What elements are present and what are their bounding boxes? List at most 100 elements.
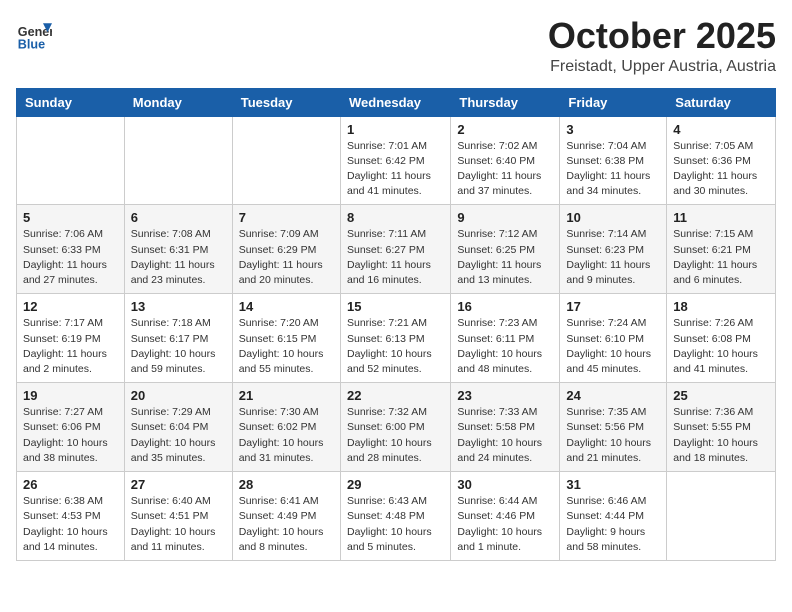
day-number: 25 — [673, 388, 769, 403]
calendar-day-cell: 19 Sunrise: 7:27 AMSunset: 6:06 PMDayligh… — [17, 383, 125, 472]
weekday-header-friday: Friday — [560, 88, 667, 116]
day-info: Sunrise: 7:17 AMSunset: 6:19 PMDaylight:… — [23, 316, 118, 377]
calendar-day-cell: 28Sunrise: 6:41 AMSunset: 4:49 PMDayligh… — [232, 472, 340, 561]
day-info: Sunrise: 7:32 AMSunset: 6:00 PMDaylight:… — [347, 405, 444, 466]
day-info: Sunrise: 7:14 AMSunset: 6:23 PMDaylight:… — [566, 227, 660, 288]
calendar-day-cell: 18 Sunrise: 7:26 AMSunset: 6:08 PMDayligh… — [667, 294, 776, 383]
day-number: 5 — [23, 210, 118, 225]
day-info: Sunrise: 6:43 AMSunset: 4:48 PMDaylight:… — [347, 494, 444, 555]
day-number: 8 — [347, 210, 444, 225]
day-number: 30 — [457, 477, 553, 492]
weekday-header-saturday: Saturday — [667, 88, 776, 116]
day-info: Sunrise: 6:40 AMSunset: 4:51 PMDaylight:… — [131, 494, 226, 555]
day-number: 13 — [131, 299, 226, 314]
day-number: 3 — [566, 122, 660, 137]
day-number: 27 — [131, 477, 226, 492]
day-number: 29 — [347, 477, 444, 492]
day-number: 20 — [131, 388, 226, 403]
day-number: 11 — [673, 210, 769, 225]
day-info: Sunrise: 7:27 AMSunset: 6:06 PMDaylight:… — [23, 405, 118, 466]
day-number: 21 — [239, 388, 334, 403]
day-number: 14 — [239, 299, 334, 314]
weekday-header-wednesday: Wednesday — [340, 88, 450, 116]
day-number: 22 — [347, 388, 444, 403]
day-info: Sunrise: 7:24 AMSunset: 6:10 PMDaylight:… — [566, 316, 660, 377]
day-number: 9 — [457, 210, 553, 225]
calendar-day-cell: 20 Sunrise: 7:29 AMSunset: 6:04 PMDayligh… — [124, 383, 232, 472]
empty-day-cell — [667, 472, 776, 561]
calendar-day-cell: 3 Sunrise: 7:04 AMSunset: 6:38 PMDaylight… — [560, 116, 667, 205]
calendar-day-cell: 14 Sunrise: 7:20 AMSunset: 6:15 PMDayligh… — [232, 294, 340, 383]
day-info: Sunrise: 7:12 AMSunset: 6:25 PMDaylight:… — [457, 227, 553, 288]
day-info: Sunrise: 6:46 AMSunset: 4:44 PMDaylight:… — [566, 494, 660, 555]
day-info: Sunrise: 7:15 AMSunset: 6:21 PMDaylight:… — [673, 227, 769, 288]
calendar-day-cell: 1 Sunrise: 7:01 AMSunset: 6:42 PMDaylight… — [340, 116, 450, 205]
calendar-day-cell: 23 Sunrise: 7:33 AMSunset: 5:58 PMDayligh… — [451, 383, 560, 472]
day-info: Sunrise: 7:01 AMSunset: 6:42 PMDaylight:… — [347, 139, 444, 200]
day-number: 28 — [239, 477, 334, 492]
calendar-day-cell: 26 Sunrise: 6:38 AMSunset: 4:53 PMDayligh… — [17, 472, 125, 561]
day-number: 4 — [673, 122, 769, 137]
day-info: Sunrise: 7:05 AMSunset: 6:36 PMDaylight:… — [673, 139, 769, 200]
weekday-header-monday: Monday — [124, 88, 232, 116]
day-number: 18 — [673, 299, 769, 314]
day-info: Sunrise: 7:26 AMSunset: 6:08 PMDaylight:… — [673, 316, 769, 377]
calendar-day-cell: 31Sunrise: 6:46 AMSunset: 4:44 PMDayligh… — [560, 472, 667, 561]
day-info: Sunrise: 7:35 AMSunset: 5:56 PMDaylight:… — [566, 405, 660, 466]
calendar-day-cell: 5 Sunrise: 7:06 AMSunset: 6:33 PMDaylight… — [17, 205, 125, 294]
calendar-week-row: 12 Sunrise: 7:17 AMSunset: 6:19 PMDayligh… — [17, 294, 776, 383]
weekday-header-tuesday: Tuesday — [232, 88, 340, 116]
calendar-day-cell: 30Sunrise: 6:44 AMSunset: 4:46 PMDayligh… — [451, 472, 560, 561]
svg-text:Blue: Blue — [18, 37, 45, 51]
day-info: Sunrise: 7:06 AMSunset: 6:33 PMDaylight:… — [23, 227, 118, 288]
calendar-day-cell: 29 Sunrise: 6:43 AMSunset: 4:48 PMDayligh… — [340, 472, 450, 561]
day-number: 24 — [566, 388, 660, 403]
day-info: Sunrise: 7:30 AMSunset: 6:02 PMDaylight:… — [239, 405, 334, 466]
day-info: Sunrise: 7:23 AMSunset: 6:11 PMDaylight:… — [457, 316, 553, 377]
day-number: 12 — [23, 299, 118, 314]
weekday-header-row: SundayMondayTuesdayWednesdayThursdayFrid… — [17, 88, 776, 116]
calendar-day-cell: 13Sunrise: 7:18 AMSunset: 6:17 PMDayligh… — [124, 294, 232, 383]
calendar-day-cell: 22 Sunrise: 7:32 AMSunset: 6:00 PMDayligh… — [340, 383, 450, 472]
calendar-day-cell: 7Sunrise: 7:09 AMSunset: 6:29 PMDaylight… — [232, 205, 340, 294]
day-number: 17 — [566, 299, 660, 314]
day-info: Sunrise: 7:36 AMSunset: 5:55 PMDaylight:… — [673, 405, 769, 466]
calendar-day-cell: 15 Sunrise: 7:21 AMSunset: 6:13 PMDayligh… — [340, 294, 450, 383]
calendar-day-cell: 10 Sunrise: 7:14 AMSunset: 6:23 PMDayligh… — [560, 205, 667, 294]
day-info: Sunrise: 7:08 AMSunset: 6:31 PMDaylight:… — [131, 227, 226, 288]
day-number: 19 — [23, 388, 118, 403]
calendar-day-cell: 16 Sunrise: 7:23 AMSunset: 6:11 PMDayligh… — [451, 294, 560, 383]
day-info: Sunrise: 7:33 AMSunset: 5:58 PMDaylight:… — [457, 405, 553, 466]
calendar-week-row: 1 Sunrise: 7:01 AMSunset: 6:42 PMDaylight… — [17, 116, 776, 205]
calendar-day-cell: 11 Sunrise: 7:15 AMSunset: 6:21 PMDayligh… — [667, 205, 776, 294]
calendar-day-cell: 8Sunrise: 7:11 AMSunset: 6:27 PMDaylight… — [340, 205, 450, 294]
location: Freistadt, Upper Austria, Austria — [548, 58, 776, 76]
day-number: 15 — [347, 299, 444, 314]
page-header: General Blue October 2025 Freistadt, Upp… — [16, 16, 776, 76]
calendar-day-cell: 6Sunrise: 7:08 AMSunset: 6:31 PMDaylight… — [124, 205, 232, 294]
day-number: 26 — [23, 477, 118, 492]
day-number: 23 — [457, 388, 553, 403]
calendar-day-cell: 2 Sunrise: 7:02 AMSunset: 6:40 PMDaylight… — [451, 116, 560, 205]
day-number: 10 — [566, 210, 660, 225]
day-number: 2 — [457, 122, 553, 137]
calendar-day-cell: 21 Sunrise: 7:30 AMSunset: 6:02 PMDayligh… — [232, 383, 340, 472]
calendar-week-row: 19 Sunrise: 7:27 AMSunset: 6:06 PMDayligh… — [17, 383, 776, 472]
day-info: Sunrise: 7:04 AMSunset: 6:38 PMDaylight:… — [566, 139, 660, 200]
day-info: Sunrise: 7:21 AMSunset: 6:13 PMDaylight:… — [347, 316, 444, 377]
day-info: Sunrise: 6:38 AMSunset: 4:53 PMDaylight:… — [23, 494, 118, 555]
calendar-week-row: 5 Sunrise: 7:06 AMSunset: 6:33 PMDaylight… — [17, 205, 776, 294]
day-number: 1 — [347, 122, 444, 137]
day-number: 16 — [457, 299, 553, 314]
day-info: Sunrise: 7:29 AMSunset: 6:04 PMDaylight:… — [131, 405, 226, 466]
calendar-day-cell: 17 Sunrise: 7:24 AMSunset: 6:10 PMDayligh… — [560, 294, 667, 383]
day-info: Sunrise: 7:20 AMSunset: 6:15 PMDaylight:… — [239, 316, 334, 377]
day-info: Sunrise: 7:09 AMSunset: 6:29 PMDaylight:… — [239, 227, 334, 288]
day-info: Sunrise: 7:02 AMSunset: 6:40 PMDaylight:… — [457, 139, 553, 200]
calendar-day-cell: 27 Sunrise: 6:40 AMSunset: 4:51 PMDayligh… — [124, 472, 232, 561]
empty-day-cell — [124, 116, 232, 205]
calendar-week-row: 26 Sunrise: 6:38 AMSunset: 4:53 PMDayligh… — [17, 472, 776, 561]
logo-icon: General Blue — [16, 16, 52, 52]
calendar-table: SundayMondayTuesdayWednesdayThursdayFrid… — [16, 88, 776, 561]
calendar-day-cell: 4 Sunrise: 7:05 AMSunset: 6:36 PMDaylight… — [667, 116, 776, 205]
